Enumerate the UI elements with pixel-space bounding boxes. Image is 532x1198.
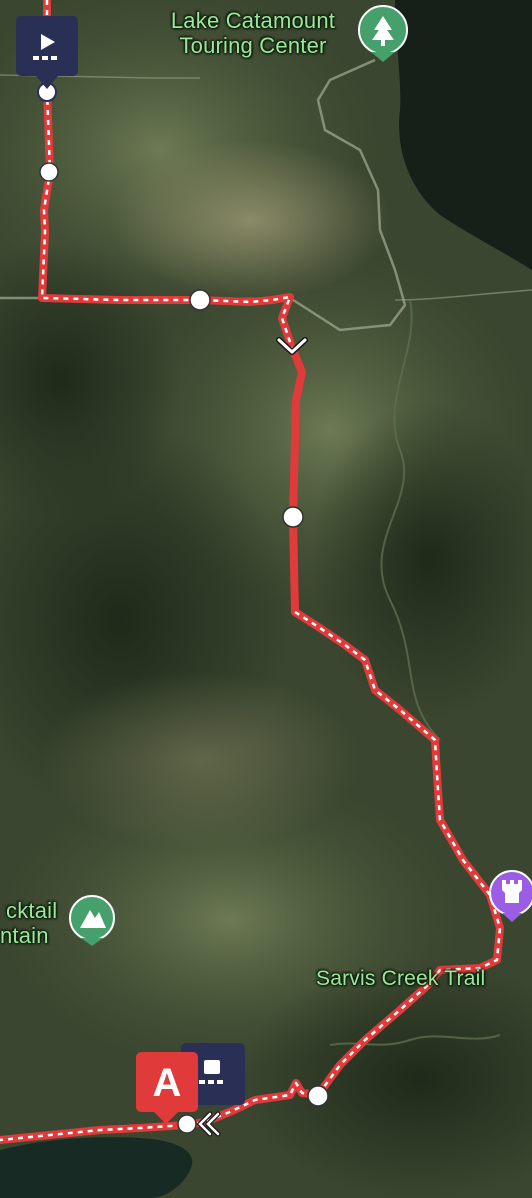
poi-label-line: Touring Center [179, 33, 327, 58]
waypoint[interactable] [307, 1085, 329, 1107]
lake-water [0, 1137, 193, 1198]
ridge-area [40, 670, 360, 850]
poi-label-line: Lake Catamount [170, 8, 336, 33]
waypoint[interactable] [39, 162, 59, 182]
waypoint[interactable] [189, 289, 211, 311]
poi-label-line: ntain [0, 923, 49, 948]
waypoint[interactable] [282, 506, 304, 528]
satellite-map[interactable] [0, 0, 532, 1198]
waypoint[interactable] [177, 1114, 197, 1134]
poi-label-rocktail-mountain[interactable]: cktail ntain [0, 898, 64, 948]
start-marker-a-label-wrap: A [136, 1052, 198, 1112]
poi-label-line: cktail [6, 898, 58, 923]
open-field [110, 140, 390, 300]
poi-label-lake-catamount[interactable]: Lake Catamount Touring Center [147, 8, 359, 58]
start-marker-letter: A [152, 1061, 182, 1105]
trail-label-sarvis-creek[interactable]: Sarvis Creek Trail [316, 966, 485, 991]
